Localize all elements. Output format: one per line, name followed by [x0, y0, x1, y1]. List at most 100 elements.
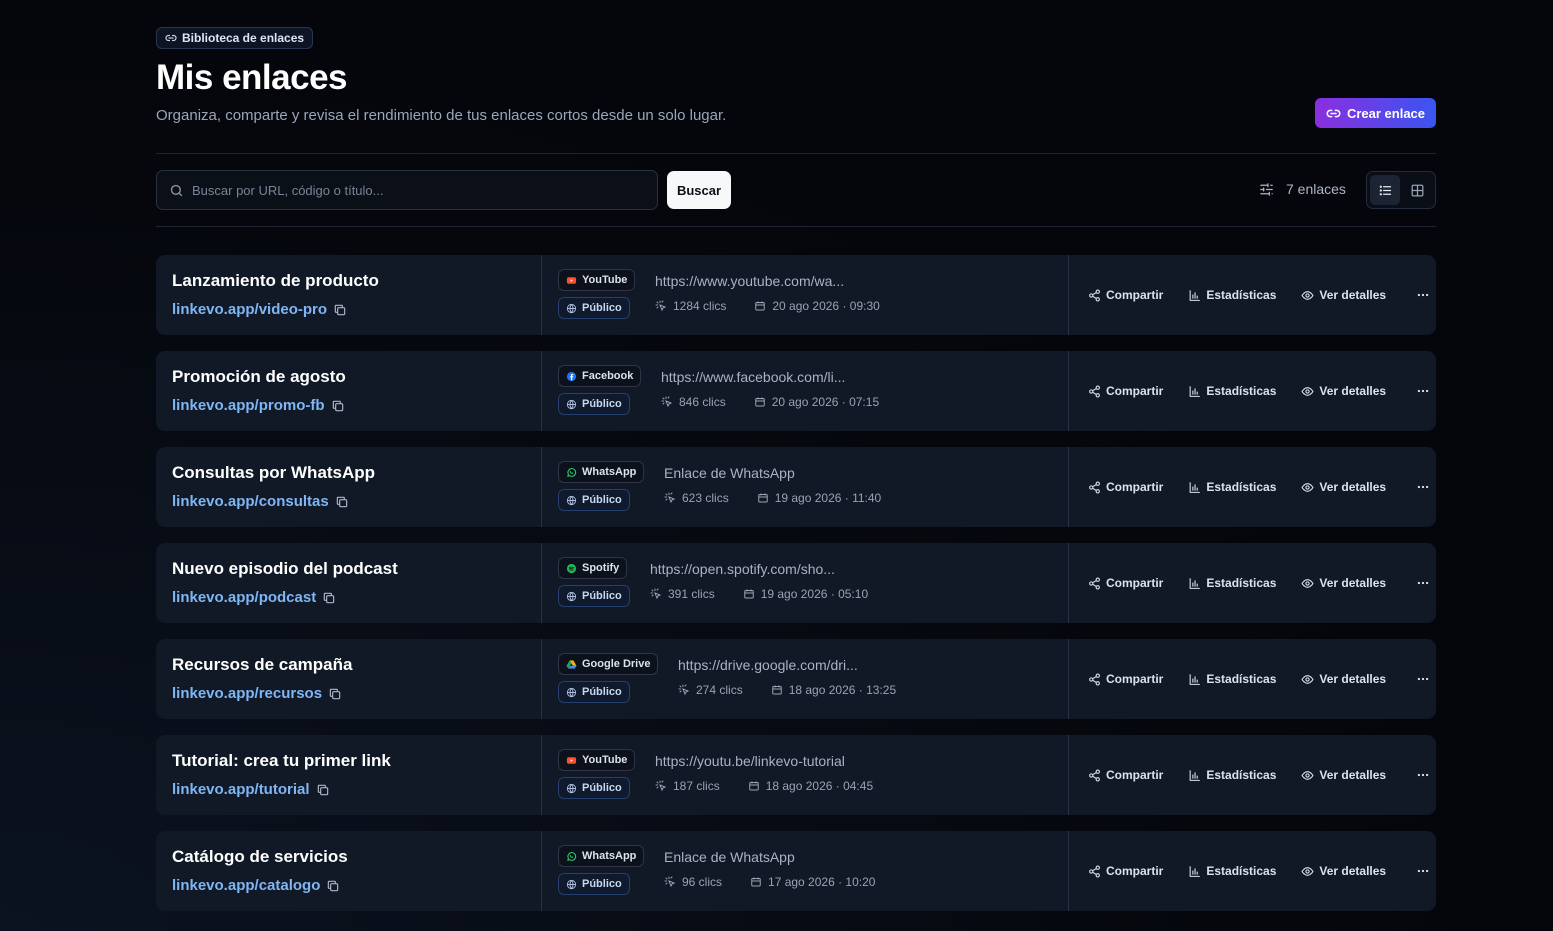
- short-link[interactable]: linkevo.app/catalogo: [172, 877, 340, 894]
- link-title[interactable]: Consultas por WhatsApp: [172, 463, 375, 483]
- stats-button[interactable]: Estadísticas: [1188, 768, 1276, 782]
- copy-icon[interactable]: [333, 303, 347, 317]
- globe-icon: [566, 687, 577, 697]
- share-button[interactable]: Compartir: [1088, 288, 1163, 302]
- link-details: WhatsApp Público Enlace de WhatsApp 96 c…: [558, 831, 1058, 911]
- short-link[interactable]: linkevo.app/promo-fb: [172, 397, 345, 414]
- link-row[interactable]: Promoción de agosto linkevo.app/promo-fb…: [156, 351, 1436, 431]
- more-options-button[interactable]: [1413, 765, 1433, 785]
- link-title[interactable]: Nuevo episodio del podcast: [172, 559, 398, 579]
- link-row[interactable]: Consultas por WhatsApp linkevo.app/consu…: [156, 447, 1436, 527]
- visibility-badge: Público: [558, 873, 630, 895]
- stats-button[interactable]: Estadísticas: [1188, 576, 1276, 590]
- stats-label: Estadísticas: [1206, 672, 1277, 686]
- stats-button[interactable]: Estadísticas: [1188, 864, 1276, 878]
- share-button[interactable]: Compartir: [1088, 576, 1163, 590]
- more-options-button[interactable]: [1413, 669, 1433, 689]
- more-options-button[interactable]: [1413, 381, 1433, 401]
- search-box[interactable]: [156, 170, 658, 210]
- more-options-button[interactable]: [1413, 861, 1433, 881]
- short-link-text[interactable]: linkevo.app/tutorial: [172, 781, 310, 798]
- stats-button[interactable]: Estadísticas: [1188, 480, 1276, 494]
- column-divider: [1068, 831, 1069, 911]
- visibility-label: Público: [582, 398, 622, 410]
- short-link-text[interactable]: linkevo.app/catalogo: [172, 877, 320, 894]
- link-row[interactable]: Recursos de campaña linkevo.app/recursos…: [156, 639, 1436, 719]
- link-identity: Lanzamiento de producto linkevo.app/vide…: [172, 255, 532, 335]
- link-meta: 1284 clics 20 ago 2026 · 09:30: [655, 299, 880, 313]
- short-link-text[interactable]: linkevo.app/recursos: [172, 685, 322, 702]
- copy-icon[interactable]: [322, 591, 336, 605]
- link-title[interactable]: Lanzamiento de producto: [172, 271, 379, 291]
- click-icon: [650, 588, 662, 600]
- details-button[interactable]: Ver detalles: [1301, 576, 1386, 590]
- search-input[interactable]: [192, 182, 657, 198]
- search-button[interactable]: Buscar: [667, 171, 731, 209]
- share-button[interactable]: Compartir: [1088, 480, 1163, 494]
- share-button[interactable]: Compartir: [1088, 384, 1163, 398]
- filter-sliders-icon[interactable]: [1258, 181, 1275, 198]
- click-icon: [661, 396, 673, 408]
- list-view-button[interactable]: [1370, 175, 1400, 205]
- visibility-badge: Público: [558, 681, 630, 703]
- copy-icon[interactable]: [335, 495, 349, 509]
- link-title[interactable]: Tutorial: crea tu primer link: [172, 751, 391, 771]
- short-link[interactable]: linkevo.app/tutorial: [172, 781, 330, 798]
- share-button[interactable]: Compartir: [1088, 864, 1163, 878]
- column-divider: [1068, 255, 1069, 335]
- grid-view-button[interactable]: [1402, 175, 1432, 205]
- platform-badge: WhatsApp: [558, 461, 645, 483]
- short-link-text[interactable]: linkevo.app/consultas: [172, 493, 329, 510]
- details-button[interactable]: Ver detalles: [1301, 384, 1386, 398]
- row-actions: Compartir Estadísticas Ver detalles: [1088, 351, 1433, 431]
- column-divider: [541, 639, 542, 719]
- link-title[interactable]: Promoción de agosto: [172, 367, 346, 387]
- details-button[interactable]: Ver detalles: [1301, 864, 1386, 878]
- short-link[interactable]: linkevo.app/video-pro: [172, 301, 347, 318]
- share-button[interactable]: Compartir: [1088, 768, 1163, 782]
- link-title[interactable]: Catálogo de servicios: [172, 847, 348, 867]
- divider: [156, 226, 1436, 227]
- column-divider: [541, 831, 542, 911]
- create-link-button[interactable]: Crear enlace: [1315, 98, 1436, 128]
- bar-chart-icon: [1189, 865, 1201, 877]
- link-title[interactable]: Recursos de campaña: [172, 655, 352, 675]
- details-button[interactable]: Ver detalles: [1301, 288, 1386, 302]
- share-button[interactable]: Compartir: [1088, 672, 1163, 686]
- stats-button[interactable]: Estadísticas: [1188, 384, 1276, 398]
- stats-button[interactable]: Estadísticas: [1188, 672, 1276, 686]
- calendar-icon: [743, 589, 754, 599]
- link-row[interactable]: Tutorial: crea tu primer link linkevo.ap…: [156, 735, 1436, 815]
- short-link[interactable]: linkevo.app/podcast: [172, 589, 336, 606]
- short-link-text[interactable]: linkevo.app/video-pro: [172, 301, 327, 318]
- links-list: Lanzamiento de producto linkevo.app/vide…: [156, 255, 1436, 927]
- details-button[interactable]: Ver detalles: [1301, 480, 1386, 494]
- click-icon: [664, 492, 676, 504]
- youtube-icon: [566, 276, 577, 284]
- click-icon: [655, 300, 667, 312]
- column-divider: [1068, 351, 1069, 431]
- copy-icon[interactable]: [331, 399, 345, 413]
- created-date: 20 ago 2026 · 09:30: [772, 299, 880, 313]
- link-row[interactable]: Catálogo de servicios linkevo.app/catalo…: [156, 831, 1436, 911]
- copy-icon[interactable]: [326, 879, 340, 893]
- details-button[interactable]: Ver detalles: [1301, 768, 1386, 782]
- short-link[interactable]: linkevo.app/consultas: [172, 493, 349, 510]
- copy-icon[interactable]: [328, 687, 342, 701]
- link-row[interactable]: Lanzamiento de producto linkevo.app/vide…: [156, 255, 1436, 335]
- short-link[interactable]: linkevo.app/recursos: [172, 685, 342, 702]
- column-divider: [541, 735, 542, 815]
- link-row[interactable]: Nuevo episodio del podcast linkevo.app/p…: [156, 543, 1436, 623]
- short-link-text[interactable]: linkevo.app/podcast: [172, 589, 316, 606]
- short-link-text[interactable]: linkevo.app/promo-fb: [172, 397, 325, 414]
- stats-button[interactable]: Estadísticas: [1188, 288, 1276, 302]
- copy-icon[interactable]: [316, 783, 330, 797]
- details-button[interactable]: Ver detalles: [1301, 672, 1386, 686]
- more-options-button[interactable]: [1413, 477, 1433, 497]
- visibility-badge: Público: [558, 393, 630, 415]
- destination-url: https://www.youtube.com/wa...: [655, 273, 845, 289]
- more-options-button[interactable]: [1413, 285, 1433, 305]
- more-options-button[interactable]: [1413, 573, 1433, 593]
- column-divider: [541, 447, 542, 527]
- link-count: 7 enlaces: [1286, 181, 1346, 197]
